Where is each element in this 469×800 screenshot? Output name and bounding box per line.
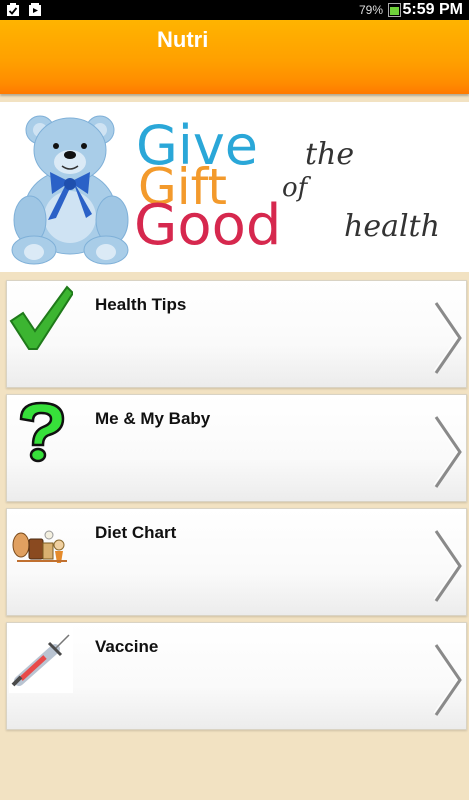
menu-item-me-and-my-baby[interactable]: Me & My Baby <box>6 394 467 502</box>
menu-item-label: Vaccine <box>95 637 159 656</box>
menu-item-label: Health Tips <box>95 295 187 314</box>
syringe-icon <box>9 625 73 693</box>
banner-the: the <box>305 137 354 172</box>
banner-good: Good <box>134 193 281 258</box>
action-bar: Nutri <box>0 20 469 94</box>
banner-health: health <box>344 209 440 244</box>
chevron-right-icon <box>433 530 462 602</box>
menu-item-health-tips[interactable]: Health Tips <box>6 280 467 388</box>
battery-percent: 79% <box>358 3 383 17</box>
menu-item-label: Diet Chart <box>95 523 177 542</box>
teddy-bear-icon <box>11 115 129 265</box>
menu-item-diet-chart[interactable]: Diet Chart <box>6 508 467 616</box>
banner-of: of <box>282 173 312 203</box>
question-mark-icon <box>19 401 65 463</box>
clock: 5:59 PM <box>402 1 463 18</box>
play-store-icon <box>29 3 41 16</box>
checkmark-icon <box>9 285 73 350</box>
menu-item-vaccine[interactable]: Vaccine <box>6 622 467 730</box>
chevron-right-icon <box>433 302 462 374</box>
status-bar: 79% 5:59 PM <box>0 0 469 20</box>
food-icon <box>12 530 67 563</box>
app-title: Nutri <box>157 27 209 52</box>
check-clipboard-icon <box>7 3 19 16</box>
menu-item-label: Me & My Baby <box>95 409 211 428</box>
battery-icon <box>388 3 401 17</box>
chevron-right-icon <box>433 644 462 716</box>
banner-graphic: Give the Gift of Good health <box>11 114 440 265</box>
banner: Give the Gift of Good health <box>0 102 469 272</box>
chevron-right-icon <box>433 416 462 488</box>
